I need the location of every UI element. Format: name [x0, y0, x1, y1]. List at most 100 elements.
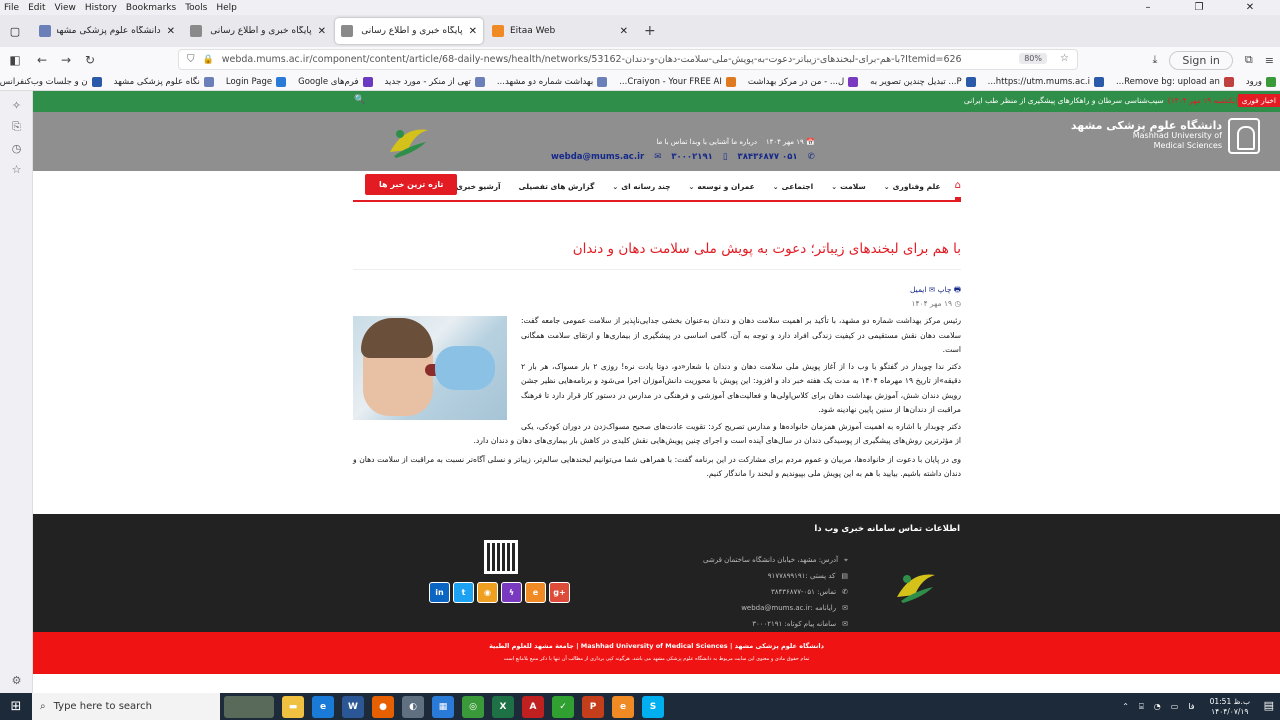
print-icon[interactable]: 🖶 — [954, 285, 961, 294]
email-icon[interactable]: ✉ — [929, 285, 935, 294]
header-links[interactable]: درباره ما آشنایی با وبدا تماس با ما — [656, 138, 757, 146]
tab-eitaa[interactable]: Eitaa Web ✕ — [486, 18, 634, 44]
ai-sparkle-icon[interactable]: ✧ — [0, 99, 33, 112]
zoom-level[interactable]: 80% — [1019, 53, 1047, 64]
print-link[interactable]: چاپ — [938, 285, 952, 294]
close-tab-icon[interactable]: ✕ — [318, 26, 326, 37]
taskbar-clock[interactable]: ب.ظ 01:51 ۱۴۰۴/۰۷/۱۹ — [1210, 697, 1250, 717]
nav-reports[interactable]: گزارش های تفصیلی — [519, 182, 595, 191]
bookmark-item[interactable]: Remove bg: upload an... — [1116, 76, 1234, 87]
bookmarks-icon[interactable]: ☆ — [0, 163, 33, 176]
bookmark-item[interactable]: https://utm.mums.ac.i... — [988, 76, 1104, 87]
latest-news-button[interactable]: تازه ترین خبر ها — [365, 174, 458, 195]
tab-webda-active[interactable]: پایگاه خبری و اطلاع رسانی وب دا... ✕ — [335, 18, 483, 44]
weather-widget-icon[interactable] — [224, 695, 274, 718]
eitaa-icon[interactable]: e — [525, 582, 546, 603]
security-icon[interactable]: ✓ — [552, 695, 574, 718]
nav-archive[interactable]: آرشیو خبری — [456, 182, 501, 191]
linkedin-icon[interactable]: in — [429, 582, 450, 603]
bookmark-item[interactable]: تهی از منکر - مورد جدید — [385, 76, 485, 87]
bookmark-item[interactable]: بهداشت شماره دو مشهد... — [497, 76, 608, 87]
footer-email[interactable]: رایانامه :webda@mums.ac.ir — [741, 604, 836, 612]
close-tab-icon[interactable]: ✕ — [167, 26, 175, 37]
tab-mums[interactable]: دانشگاه علوم پزشکی مشهد - دا... ✕ — [33, 18, 181, 44]
settings-icon[interactable]: ⚙ — [0, 674, 33, 687]
tab-bar: ▢ دانشگاه علوم پزشکی مشهد - دا... ✕ پایگا… — [0, 15, 1280, 47]
sign-in-button[interactable]: Sign in — [1169, 50, 1233, 70]
close-window-icon[interactable]: ✕ — [1229, 0, 1271, 15]
bookmark-item[interactable]: ورود — [1246, 76, 1276, 87]
menu-icon[interactable]: ≡ — [1265, 54, 1274, 67]
menu-view[interactable]: View — [55, 3, 76, 13]
bookmark-item[interactable]: نگاه علوم پزشکی مشهد — [114, 76, 214, 87]
webda-logo[interactable] — [386, 122, 432, 160]
synced-tabs-icon[interactable]: ⎘ — [0, 120, 33, 134]
google-plus-icon[interactable]: g+ — [549, 582, 570, 603]
extensions-icon[interactable]: ⧉ — [1245, 53, 1253, 67]
eitaa-taskbar-icon[interactable]: e — [612, 695, 634, 718]
keyboard-icon[interactable]: ▭ — [1171, 702, 1179, 711]
tab-webda-1[interactable]: پایگاه خبری و اطلاع رسانی وبدا دا... ✕ — [184, 18, 332, 44]
chat-icon[interactable]: ◉ — [477, 582, 498, 603]
close-tab-icon[interactable]: ✕ — [469, 26, 477, 37]
search-icon[interactable]: 🔍 — [354, 95, 365, 105]
bookmark-item[interactable]: ن و جلسات وب‌کنفرانس — [0, 76, 102, 87]
back-icon[interactable]: ← — [30, 53, 54, 67]
volume-icon[interactable]: ◔ — [1154, 702, 1161, 711]
shield-icon[interactable]: ⛉ — [187, 54, 195, 65]
language-indicator[interactable]: فا — [1188, 702, 1194, 711]
chrome-icon[interactable]: ◎ — [462, 695, 484, 718]
windows-start-icon[interactable]: ⊞ — [0, 699, 32, 714]
notifications-icon[interactable]: ▤ — [1264, 699, 1274, 712]
header-email[interactable]: webda@mums.ac.ir — [551, 152, 644, 162]
address-bar[interactable]: ⛉ 🔒 webda.mums.ac.ir/component/content/a… — [178, 49, 1078, 70]
sidebar-icon[interactable]: ◧ — [0, 53, 30, 67]
file-explorer-icon[interactable]: ▬ — [282, 695, 304, 718]
skype-icon[interactable]: S — [642, 695, 664, 718]
nav-health[interactable]: سلامت⌄ — [831, 182, 866, 191]
menu-bookmarks[interactable]: Bookmarks — [126, 3, 176, 13]
minimize-icon[interactable]: – — [1127, 0, 1169, 15]
menu-history[interactable]: History — [85, 3, 117, 13]
menu-edit[interactable]: Edit — [28, 3, 45, 13]
twitter-icon[interactable]: t — [453, 582, 474, 603]
restore-icon[interactable]: ❐ — [1178, 0, 1220, 15]
bookmark-item[interactable]: فرم‌های Google — [298, 76, 373, 87]
nav-social[interactable]: اجتماعی⌄ — [773, 182, 813, 191]
edge-icon[interactable]: e — [312, 695, 334, 718]
news-ticker[interactable]: (یکشنبه ۱۹ مهر ۱۴۰۴)سیب‌شناسی سرطان و را… — [964, 96, 1238, 105]
email-link[interactable]: ایمیل — [910, 285, 926, 294]
taskbar-search[interactable]: ⌕ Type here to search — [32, 693, 220, 720]
nav-science[interactable]: علم وفناوری⌄ — [884, 182, 941, 191]
star-icon[interactable]: ☆ — [1060, 53, 1069, 64]
sidebar-toggle-icon[interactable]: ▢ — [0, 25, 30, 38]
powerpoint-icon[interactable]: P — [582, 695, 604, 718]
excel-icon[interactable]: X — [492, 695, 514, 718]
store-icon[interactable]: ▦ — [432, 695, 454, 718]
tray-chevron-icon[interactable]: ⌃ — [1122, 702, 1129, 711]
forward-icon[interactable]: → — [54, 53, 78, 67]
soroush-icon[interactable]: ϟ — [501, 582, 522, 603]
close-tab-icon[interactable]: ✕ — [620, 26, 628, 37]
bookmark-item[interactable]: P... تبدیل چندین تصویر به — [870, 76, 976, 87]
reload-icon[interactable]: ↻ — [78, 53, 102, 67]
menu-help[interactable]: Help — [216, 3, 237, 13]
app-icon[interactable]: ◐ — [402, 695, 424, 718]
firefox-icon[interactable]: ● — [372, 695, 394, 718]
bookmark-item[interactable]: Login Page — [226, 76, 287, 87]
instagram-qr-code[interactable] — [484, 540, 518, 574]
menu-tools[interactable]: Tools — [185, 3, 207, 13]
history-icon[interactable]: ◷ — [0, 142, 33, 155]
bookmark-item[interactable]: Craiyon - Your FREE AI... — [619, 76, 736, 87]
download-icon[interactable]: ⤓ — [1153, 53, 1158, 67]
home-icon[interactable]: ⌂ — [954, 180, 961, 200]
word-icon[interactable]: W — [342, 695, 364, 718]
bookmark-item[interactable]: ل... - من در مرکز بهداشت — [748, 76, 859, 87]
acrobat-icon[interactable]: A — [522, 695, 544, 718]
university-logo[interactable]: دانشگاه علوم پزشکی مشهد Mashhad Universi… — [1071, 118, 1260, 154]
nav-development[interactable]: عمران و توسعه⌄ — [689, 182, 755, 191]
network-icon[interactable]: ⌸ — [1139, 702, 1144, 712]
new-tab-icon[interactable]: + — [644, 23, 656, 39]
menu-file[interactable]: File — [4, 3, 19, 13]
nav-multimedia[interactable]: چند رسانه ای⌄ — [612, 182, 670, 191]
